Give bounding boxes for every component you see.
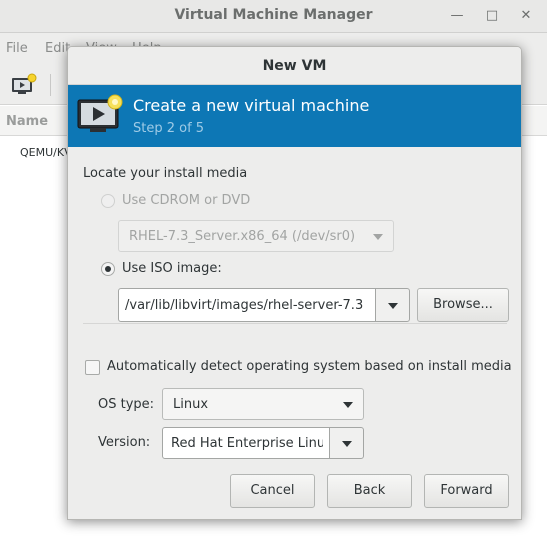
- new-vm-dialog: New VM Create a new virtual machine Step…: [67, 46, 522, 520]
- cdrom-device-select[interactable]: RHEL-7.3_Server.x86_64 (/dev/sr0): [118, 220, 394, 252]
- autodetect-checkbox[interactable]: [85, 360, 100, 375]
- banner-title: Create a new virtual machine: [133, 96, 370, 115]
- iso-path-input[interactable]: /var/lib/libvirt/images/rhel-server-7.3: [118, 288, 376, 322]
- column-header-name[interactable]: Name: [6, 114, 48, 129]
- main-window-titlebar: Virtual Machine Manager — □ ✕: [0, 0, 547, 33]
- cdrom-device-value: RHEL-7.3_Server.x86_64 (/dev/sr0): [129, 229, 356, 244]
- version-label: Version:: [98, 435, 151, 450]
- version-value: Red Hat Enterprise Linux: [171, 436, 323, 451]
- version-dropdown-button[interactable]: [329, 427, 364, 459]
- dialog-title: New VM: [262, 58, 327, 74]
- new-vm-banner-icon: [77, 94, 123, 136]
- forward-button[interactable]: Forward: [424, 474, 509, 508]
- chevron-down-icon: [388, 303, 398, 309]
- chevron-down-icon: [343, 402, 353, 408]
- browse-button[interactable]: Browse...: [417, 288, 509, 322]
- menu-file[interactable]: File: [6, 41, 28, 56]
- maximize-icon[interactable]: □: [482, 6, 502, 26]
- toolbar-separator: [50, 74, 51, 96]
- version-combo: Red Hat Enterprise Linux: [162, 427, 364, 459]
- dialog-content: Locate your install media Use CDROM or D…: [68, 147, 521, 519]
- back-button[interactable]: Back: [327, 474, 412, 508]
- close-icon[interactable]: ✕: [516, 6, 536, 26]
- minimize-icon[interactable]: —: [447, 6, 467, 26]
- cdrom-option-label: Use CDROM or DVD: [122, 193, 251, 208]
- os-type-label: OS type:: [98, 397, 155, 412]
- install-media-label: Locate your install media: [83, 166, 248, 181]
- new-vm-icon[interactable]: [10, 72, 38, 98]
- cancel-button[interactable]: Cancel: [230, 474, 315, 508]
- os-type-value: Linux: [173, 397, 209, 412]
- wizard-banner: Create a new virtual machine Step 2 of 5: [68, 85, 521, 147]
- chevron-down-icon: [342, 441, 352, 447]
- banner-step: Step 2 of 5: [133, 121, 205, 136]
- dialog-titlebar: New VM: [68, 47, 521, 85]
- cdrom-radio[interactable]: [101, 194, 115, 208]
- iso-path-dropdown-button[interactable]: [375, 288, 410, 322]
- os-type-select[interactable]: Linux: [162, 388, 364, 420]
- iso-path-combo: /var/lib/libvirt/images/rhel-server-7.3: [118, 288, 410, 322]
- version-input[interactable]: Red Hat Enterprise Linux: [162, 427, 330, 459]
- iso-radio[interactable]: [101, 262, 115, 276]
- chevron-down-icon: [373, 234, 383, 240]
- iso-path-value: /var/lib/libvirt/images/rhel-server-7.3: [125, 298, 364, 313]
- iso-option-label: Use ISO image:: [122, 261, 222, 276]
- autodetect-label: Automatically detect operating system ba…: [107, 359, 512, 374]
